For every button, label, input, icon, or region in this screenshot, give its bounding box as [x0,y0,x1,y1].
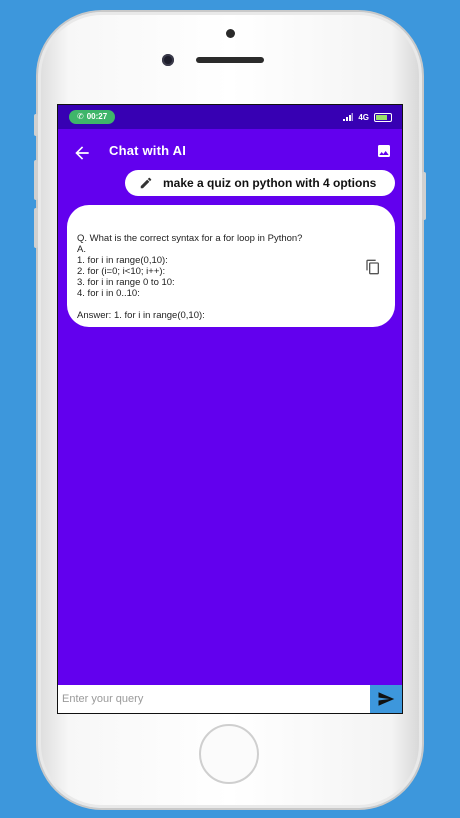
network-type: 4G [358,112,369,122]
phone-icon: ✆ [77,112,84,121]
image-icon[interactable] [376,143,392,159]
status-bar: ✆ 00:27 4G [58,105,402,129]
status-time: 00:27 [86,112,108,121]
pencil-icon [140,177,152,189]
ai-message-text: Q. What is the correct syntax for a for … [77,233,303,321]
top-camera [226,29,235,38]
call-time-pill: ✆ 00:27 [69,110,116,124]
user-message-bubble: make a quiz on python with 4 options [125,170,395,196]
volume-down-button [34,208,38,248]
home-button[interactable] [199,724,259,784]
power-button [422,172,426,220]
query-input[interactable] [58,685,370,713]
status-indicators: 4G [343,110,392,124]
front-camera [162,54,174,66]
app-screen: ✆ 00:27 4G Chat with AI make a quiz on p… [57,104,403,714]
signal-icon [343,113,354,121]
volume-up-button [34,160,38,200]
ai-message-bubble: Q. What is the correct syntax for a for … [67,205,395,327]
earpiece-speaker [196,57,264,63]
send-button[interactable] [370,685,402,713]
battery-icon [374,112,392,122]
mute-switch [34,114,38,136]
arrow-back-icon[interactable] [72,143,92,163]
page-title: Chat with AI [109,143,187,158]
copy-icon[interactable] [365,259,381,275]
user-message-text: make a quiz on python with 4 options [163,176,377,190]
send-icon [378,692,395,706]
query-input-bar [58,685,402,713]
